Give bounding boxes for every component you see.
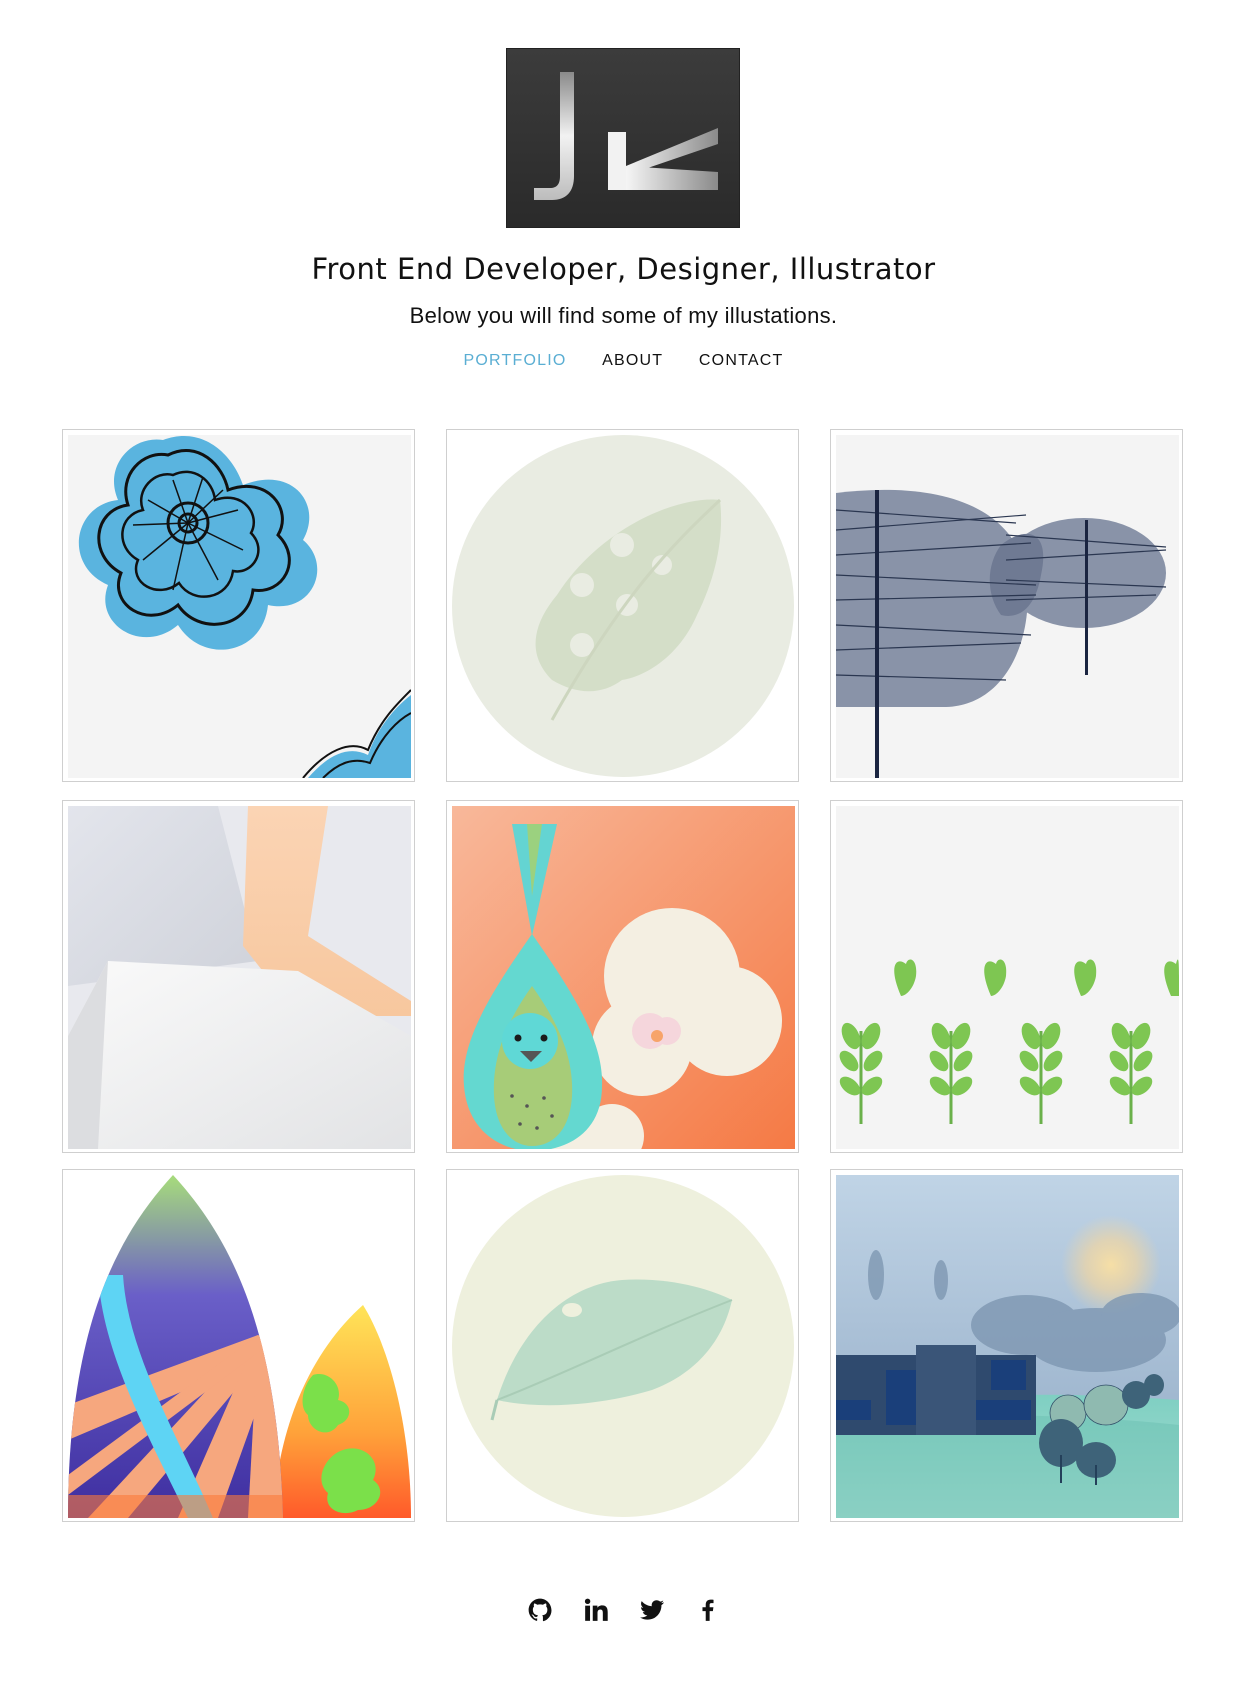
teal-leaf-image	[452, 1175, 795, 1518]
logo-monogram-icon	[534, 72, 718, 200]
portfolio-item-blue-flower[interactable]	[62, 429, 415, 782]
main-nav: PORTFOLIO ABOUT CONTACT	[0, 352, 1247, 370]
portfolio-item-bird-orchid[interactable]	[446, 800, 799, 1153]
portfolio-item-striped-trees[interactable]	[830, 429, 1183, 782]
portfolio-item-house-landscape[interactable]	[830, 1169, 1183, 1522]
social-links	[0, 1590, 1247, 1630]
page: Front End Developer, Designer, Illustrat…	[0, 0, 1247, 1697]
facebook-icon[interactable]	[693, 1595, 723, 1625]
intro-text: Below you will find some of my illustati…	[409, 303, 838, 328]
twitter-icon[interactable]	[637, 1595, 667, 1625]
sprouts-image	[836, 806, 1179, 1149]
logo[interactable]	[506, 48, 740, 228]
colorful-leaves-image	[68, 1175, 411, 1518]
nav-contact[interactable]: CONTACT	[699, 352, 784, 370]
portfolio-item-sprouts[interactable]	[830, 800, 1183, 1153]
bird-orchid-image	[452, 806, 795, 1149]
portfolio-item-green-leaf[interactable]	[446, 429, 799, 782]
page-title: Front End Developer, Designer, Illustrat…	[311, 252, 936, 286]
green-leaf-image	[452, 435, 795, 778]
github-icon[interactable]	[525, 1595, 555, 1625]
nav-about[interactable]: ABOUT	[602, 352, 663, 370]
blue-flower-image	[68, 435, 411, 778]
geometric-shapes-image	[68, 806, 411, 1149]
portfolio-item-teal-leaf[interactable]	[446, 1169, 799, 1522]
striped-trees-image	[836, 435, 1179, 778]
portfolio-item-geometric[interactable]	[62, 800, 415, 1153]
nav-portfolio[interactable]: PORTFOLIO	[464, 352, 567, 370]
house-landscape-image	[836, 1175, 1179, 1518]
portfolio-grid	[62, 429, 1186, 1529]
linkedin-icon[interactable]	[581, 1595, 611, 1625]
portfolio-item-colorful-leaves[interactable]	[62, 1169, 415, 1522]
